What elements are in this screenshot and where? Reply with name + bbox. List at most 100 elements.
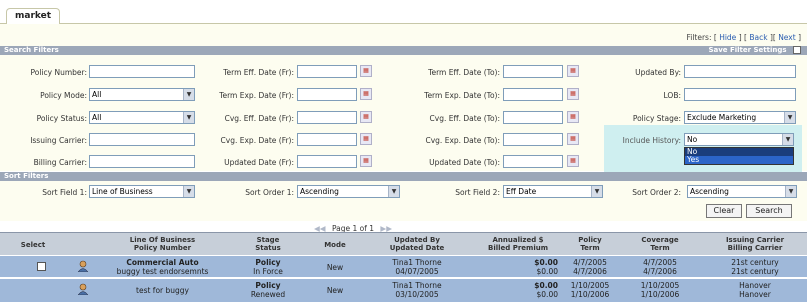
lob-input[interactable] — [684, 88, 796, 101]
include-history-select[interactable]: No ▼ — [684, 133, 794, 146]
sort-order-2-select[interactable]: Ascending ▼ — [687, 185, 797, 198]
row-policy-term-start: 4/7/2005 — [573, 258, 607, 267]
updated-fr-input[interactable] — [297, 155, 357, 168]
calendar-icon[interactable]: ▦ — [567, 133, 579, 145]
policy-mode-label: Policy Mode: — [40, 91, 87, 100]
row-coverage-term-start: 1/10/2005 — [640, 281, 680, 290]
row-select-checkbox[interactable] — [37, 262, 46, 271]
policy-mode-value: All — [92, 90, 102, 99]
term-exp-to-label: Term Exp. Date (To): — [424, 91, 500, 100]
cvg-eff-fr-input[interactable] — [297, 111, 357, 124]
sort-order-1-select[interactable]: Ascending ▼ — [297, 185, 400, 198]
next-link[interactable]: Next — [778, 33, 795, 42]
billing-carrier-label: Billing Carrier: — [33, 158, 87, 167]
sort-field-2-select[interactable]: Eff Date ▼ — [503, 185, 603, 198]
col-policy-term: Policy Term — [565, 236, 615, 252]
calendar-icon[interactable]: ▦ — [360, 88, 372, 100]
option-yes[interactable]: Yes — [685, 156, 793, 164]
calendar-icon[interactable]: ▦ — [567, 111, 579, 123]
row-stage: Policy — [255, 258, 281, 267]
cvg-exp-fr-input[interactable] — [297, 133, 357, 146]
clear-button[interactable]: Clear — [706, 204, 742, 218]
calendar-icon[interactable]: ▦ — [567, 65, 579, 77]
row-mode: New — [326, 263, 344, 272]
col-stage-line1: Stage — [256, 236, 280, 244]
sort-field-1-label: Sort Field 1: — [42, 188, 87, 197]
table-row[interactable]: Commercial Auto buggy test endorsemnts P… — [0, 255, 807, 277]
term-exp-to-input[interactable] — [503, 88, 563, 101]
row-lob: Commercial Auto — [126, 258, 199, 267]
policy-status-select[interactable]: All ▼ — [89, 111, 195, 124]
col-updated-line1: Updated By — [394, 236, 440, 244]
term-eff-to-label: Term Eff. Date (To): — [428, 68, 500, 77]
row-billed-premium: $0.00 — [536, 267, 558, 276]
search-filters-title: Search Filters — [4, 46, 59, 54]
chevron-down-icon: ▼ — [782, 134, 793, 145]
row-stage: Policy — [255, 281, 281, 290]
cvg-eff-to-input[interactable] — [503, 111, 563, 124]
col-premium-line1: Annualized $ — [492, 236, 544, 244]
calendar-icon[interactable]: ▦ — [567, 155, 579, 167]
save-filter-checkbox[interactable] — [793, 46, 801, 54]
filters-prefix: Filters: [ — [686, 33, 717, 42]
updated-to-input[interactable] — [503, 155, 563, 168]
term-eff-to-input[interactable] — [503, 65, 563, 78]
hide-link[interactable]: Hide — [719, 33, 736, 42]
policy-status-label: Policy Status: — [36, 114, 87, 123]
sort-order-2-value: Ascending — [690, 187, 729, 196]
table-row[interactable]: test for buggy Policy Renewed New Tina1 … — [0, 278, 807, 302]
col-updated-line2: Updated Date — [389, 244, 445, 252]
row-billing-carrier: Hanover — [739, 290, 771, 299]
user-icon[interactable] — [77, 283, 89, 295]
back-link[interactable]: Back — [749, 33, 767, 42]
row-policy-term-start: 1/10/2005 — [570, 281, 610, 290]
calendar-icon[interactable]: ▦ — [360, 155, 372, 167]
filter-links: Filters: [ Hide ] [ Back ][ Next ] — [686, 33, 801, 42]
row-coverage-term-end: 1/10/2006 — [640, 290, 680, 299]
include-history-options: No Yes — [684, 147, 794, 165]
calendar-icon[interactable]: ▦ — [360, 133, 372, 145]
term-eff-fr-input[interactable] — [297, 65, 357, 78]
row-status: In Force — [253, 267, 283, 276]
user-icon[interactable] — [77, 260, 89, 272]
sort-field-1-select[interactable]: Line of Business ▼ — [89, 185, 195, 198]
col-policy-term-line1: Policy — [578, 236, 602, 244]
term-exp-fr-input[interactable] — [297, 88, 357, 101]
col-lob-line1: Line Of Business — [129, 236, 196, 244]
policy-stage-label: Policy Stage: — [632, 114, 681, 123]
policy-number-input[interactable] — [89, 65, 195, 78]
updated-fr-label: Updated Date (Fr): — [224, 158, 294, 167]
option-no[interactable]: No — [685, 148, 793, 156]
sort-order-2-label: Sort Order 2: — [632, 188, 681, 197]
col-mode: Mode — [324, 241, 346, 249]
row-updated-by: Tina1 Thorne — [392, 281, 442, 290]
policy-mode-select[interactable]: All ▼ — [89, 88, 195, 101]
cvg-exp-to-input[interactable] — [503, 133, 563, 146]
sort-order-1-value: Ascending — [300, 187, 339, 196]
calendar-icon[interactable]: ▦ — [360, 65, 372, 77]
search-button[interactable]: Search — [746, 204, 792, 218]
row-updated-date: 03/10/2005 — [395, 290, 439, 299]
billing-carrier-input[interactable] — [89, 155, 195, 168]
policy-stage-select[interactable]: Exclude Marketing ▼ — [684, 111, 796, 124]
tab-market[interactable]: market — [6, 8, 61, 25]
calendar-icon[interactable]: ▦ — [360, 111, 372, 123]
row-policy-number[interactable]: test for buggy — [95, 287, 230, 295]
sort-order-1-label: Sort Order 1: — [245, 188, 294, 197]
updated-by-input[interactable] — [684, 65, 796, 78]
updated-to-label: Updated Date (To): — [429, 158, 500, 167]
col-updated: Updated By Updated Date — [372, 236, 462, 252]
chevron-down-icon: ▼ — [183, 186, 194, 197]
results-table-header: Select Line Of Business Policy Number St… — [0, 232, 807, 255]
row-policy-term-end: 4/7/2006 — [573, 267, 607, 276]
col-premium-line2: Billed Premium — [487, 244, 549, 252]
calendar-icon[interactable]: ▦ — [567, 88, 579, 100]
chevron-down-icon: ▼ — [591, 186, 602, 197]
issuing-carrier-input[interactable] — [89, 133, 195, 146]
col-lob: Line Of Business Policy Number — [95, 236, 230, 252]
col-select: Select — [20, 241, 46, 249]
sort-field-2-label: Sort Field 2: — [455, 188, 500, 197]
row-coverage-term-end: 4/7/2006 — [643, 267, 677, 276]
search-filters-header: Search Filters Save Filter Settings — [0, 46, 807, 55]
row-policy-number[interactable]: buggy test endorsemnts — [95, 268, 230, 276]
